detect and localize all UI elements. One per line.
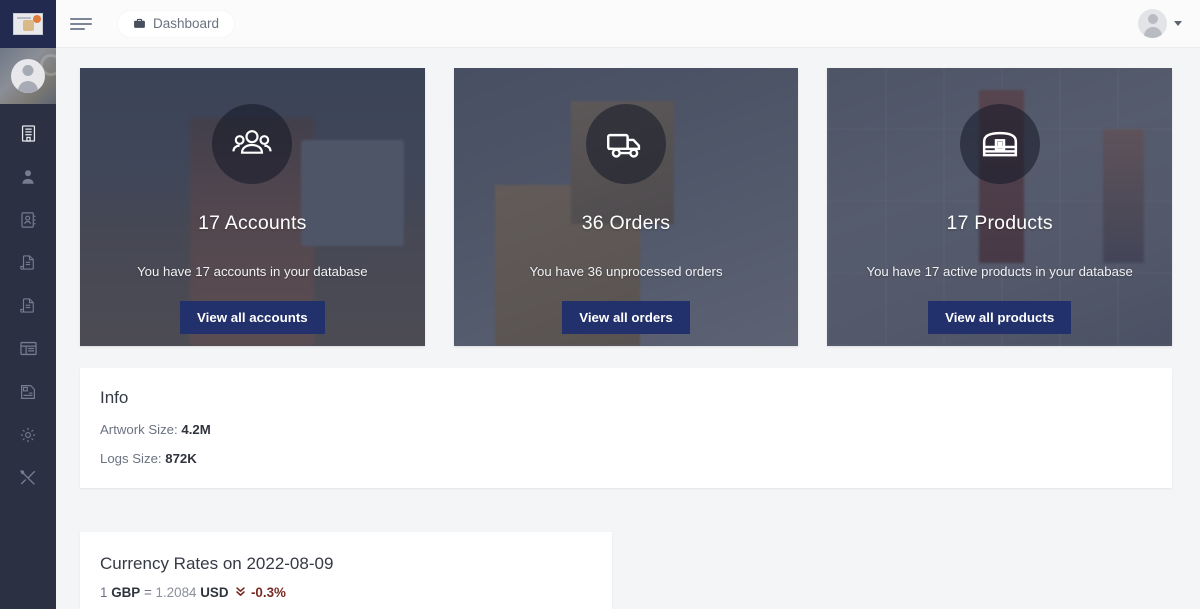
sidebar-item-catalog[interactable] [0,198,56,241]
sidebar-item-settings[interactable] [0,413,56,456]
sidebar-user-avatar[interactable] [0,48,56,104]
dashboard-content: 17 Accounts You have 17 accounts in your… [56,48,1200,609]
building-icon [19,124,38,143]
card-title: 36 Orders [581,212,671,234]
view-all-products-button[interactable]: View all products [928,301,1072,334]
file-invoice-icon [19,254,37,272]
account-menu[interactable] [1138,9,1182,38]
users-group-icon [212,104,293,184]
artwork-size-label: Artwork Size: [100,422,178,437]
avatar [11,59,45,93]
user-avatar-icon [1138,9,1167,38]
card-title: 17 Products [946,212,1053,234]
main-area: Dashboard 17 Accounts You have 17 accoun… [56,0,1200,609]
view-all-accounts-button[interactable]: View all accounts [180,301,325,334]
breadcrumb-label: Dashboard [153,16,220,31]
card-title: 17 Accounts [198,212,307,234]
card-accounts[interactable]: 17 Accounts You have 17 accounts in your… [80,68,425,346]
app-root: Dashboard 17 Accounts You have 17 accoun… [0,0,1200,609]
briefcase-icon [133,17,146,30]
logs-size-label: Logs Size: [100,451,162,466]
sidebar-item-table[interactable] [0,327,56,370]
info-title: Info [100,388,129,407]
currency-panel: Currency Rates on 2022-08-09 1 GBP = 1.2… [80,532,612,609]
logs-size-value: 872K [165,451,197,466]
currency-rate-row: 1 GBP = 1.2084 USD -0.3% [100,585,592,600]
sidebar [0,0,56,609]
tools-icon [19,469,37,487]
breadcrumb[interactable]: Dashboard [118,10,235,37]
gear-icon [19,426,37,444]
sidebar-item-company[interactable] [0,112,56,155]
sidebar-item-tools[interactable] [0,456,56,499]
rate-delta: -0.3% [250,585,286,600]
stat-cards: 17 Accounts You have 17 accounts in your… [80,68,1173,346]
sidebar-item-documents[interactable] [0,370,56,413]
table-list-icon [19,339,38,358]
sidebar-nav [0,104,56,499]
info-panel: Info Artwork Size: 4.2M Logs Size: 872K [80,368,1172,488]
app-logo-thumbnail [13,13,43,35]
file-text-icon [19,383,37,401]
currency-section: Currency Rates on 2022-08-09 1 GBP = 1.2… [80,532,1172,609]
truck-icon [586,104,666,184]
artwork-size-value: 4.2M [181,422,211,437]
card-products[interactable]: 17 Products You have 17 active products … [827,68,1173,346]
rate-from-currency: GBP [111,585,141,600]
chevron-down-icon [1174,21,1182,26]
card-subtitle: You have 17 active products in your data… [866,264,1133,279]
rate-value: 1.2084 [155,585,197,600]
sidebar-item-receipts[interactable] [0,284,56,327]
logs-size-row: Logs Size: 872K [100,451,1152,466]
hamburger-icon[interactable] [70,11,96,37]
artwork-size-row: Artwork Size: 4.2M [100,422,1152,437]
rate-amount: 1 [100,585,108,600]
angle-double-down-icon [236,585,249,600]
user-icon [19,168,37,186]
file-invoice-icon [19,297,37,315]
view-all-orders-button[interactable]: View all orders [562,301,690,334]
card-subtitle: You have 36 unprocessed orders [529,264,723,279]
rate-equals: = [143,585,152,600]
app-logo[interactable] [0,0,56,48]
sidebar-item-users[interactable] [0,155,56,198]
rate-to-currency: USD [200,585,229,600]
card-orders[interactable]: 36 Orders You have 36 unprocessed orders… [453,68,799,346]
card-subtitle: You have 17 accounts in your database [137,264,368,279]
currency-title: Currency Rates on 2022-08-09 [100,554,334,573]
treasure-chest-icon [959,104,1040,184]
topbar: Dashboard [56,0,1200,48]
address-book-icon [19,211,37,229]
sidebar-item-invoices[interactable] [0,241,56,284]
